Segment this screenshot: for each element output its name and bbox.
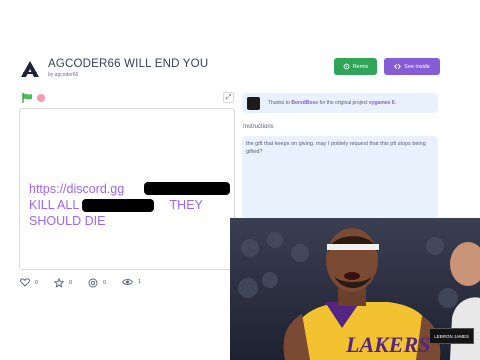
stage-line-2-start: KILL ALL bbox=[29, 198, 79, 212]
remix-count-icon bbox=[88, 278, 98, 288]
favorite-stat[interactable]: 0 bbox=[54, 278, 72, 288]
remix-stat: 0 bbox=[88, 278, 106, 288]
see-inside-button[interactable]: See inside bbox=[384, 58, 440, 75]
credit-text: Thanks to BoredBoss for the original pro… bbox=[268, 100, 396, 106]
project-title: AGCODER66 WILL END YOU bbox=[48, 58, 209, 70]
jersey-text: LAKERS bbox=[345, 332, 430, 357]
view-stat: 1 bbox=[122, 278, 141, 286]
view-count: 1 bbox=[138, 279, 142, 285]
meme-image-overlay: LAKERS LEBRON JAMES bbox=[230, 218, 480, 360]
instructions-text: the gift that keeps on giving. may I pol… bbox=[246, 141, 426, 155]
instructions-heading: Instructions bbox=[243, 124, 274, 130]
project-author-link[interactable]: by agcoder66 bbox=[48, 72, 78, 78]
caption-text: LEBRON JAMES bbox=[434, 333, 469, 339]
stage-controls: ⤢ bbox=[20, 92, 234, 104]
redaction-bar bbox=[144, 182, 230, 195]
favorite-count: 0 bbox=[69, 280, 73, 286]
stage-line-3: SHOULD DIE bbox=[29, 214, 106, 228]
redaction-bar bbox=[82, 199, 154, 212]
eye-icon bbox=[122, 279, 133, 285]
star-icon bbox=[54, 278, 64, 288]
remix-label: Remix bbox=[352, 63, 369, 70]
stage-line-2-end: THEY bbox=[169, 198, 203, 212]
credit-project-link[interactable]: sygames II. bbox=[369, 100, 396, 106]
credit-user-link[interactable]: BoredBoss bbox=[291, 100, 318, 106]
stage-line-1: https://discord.gg bbox=[29, 182, 125, 196]
credit-prefix: Thanks to bbox=[268, 100, 290, 106]
avatar[interactable] bbox=[247, 97, 260, 110]
remix-count: 0 bbox=[103, 280, 107, 286]
fullscreen-icon[interactable]: ⤢ bbox=[223, 92, 234, 103]
code-bracket-icon bbox=[394, 64, 402, 69]
love-count: 0 bbox=[35, 279, 39, 286]
see-inside-label: See inside bbox=[404, 63, 430, 70]
credit-suffix: for the original project bbox=[319, 100, 368, 106]
project-stage[interactable]: https://discord.gg KILL ALL THEY SHOULD … bbox=[19, 108, 235, 270]
credits-box: Thanks to BoredBoss for the original pro… bbox=[242, 93, 438, 113]
stop-sign-icon[interactable] bbox=[37, 94, 45, 102]
love-stat[interactable]: 0 bbox=[20, 278, 38, 287]
name-caption: LEBRON JAMES bbox=[429, 328, 474, 344]
instructions-box: the gift that keeps on giving. may I pol… bbox=[242, 136, 438, 220]
remix-icon bbox=[343, 63, 350, 70]
remix-button[interactable]: Remix bbox=[334, 58, 377, 75]
green-flag-icon[interactable] bbox=[22, 93, 33, 103]
top-nav-bar bbox=[0, 0, 480, 52]
heart-icon bbox=[20, 278, 30, 287]
author-logo-icon[interactable] bbox=[20, 60, 40, 78]
